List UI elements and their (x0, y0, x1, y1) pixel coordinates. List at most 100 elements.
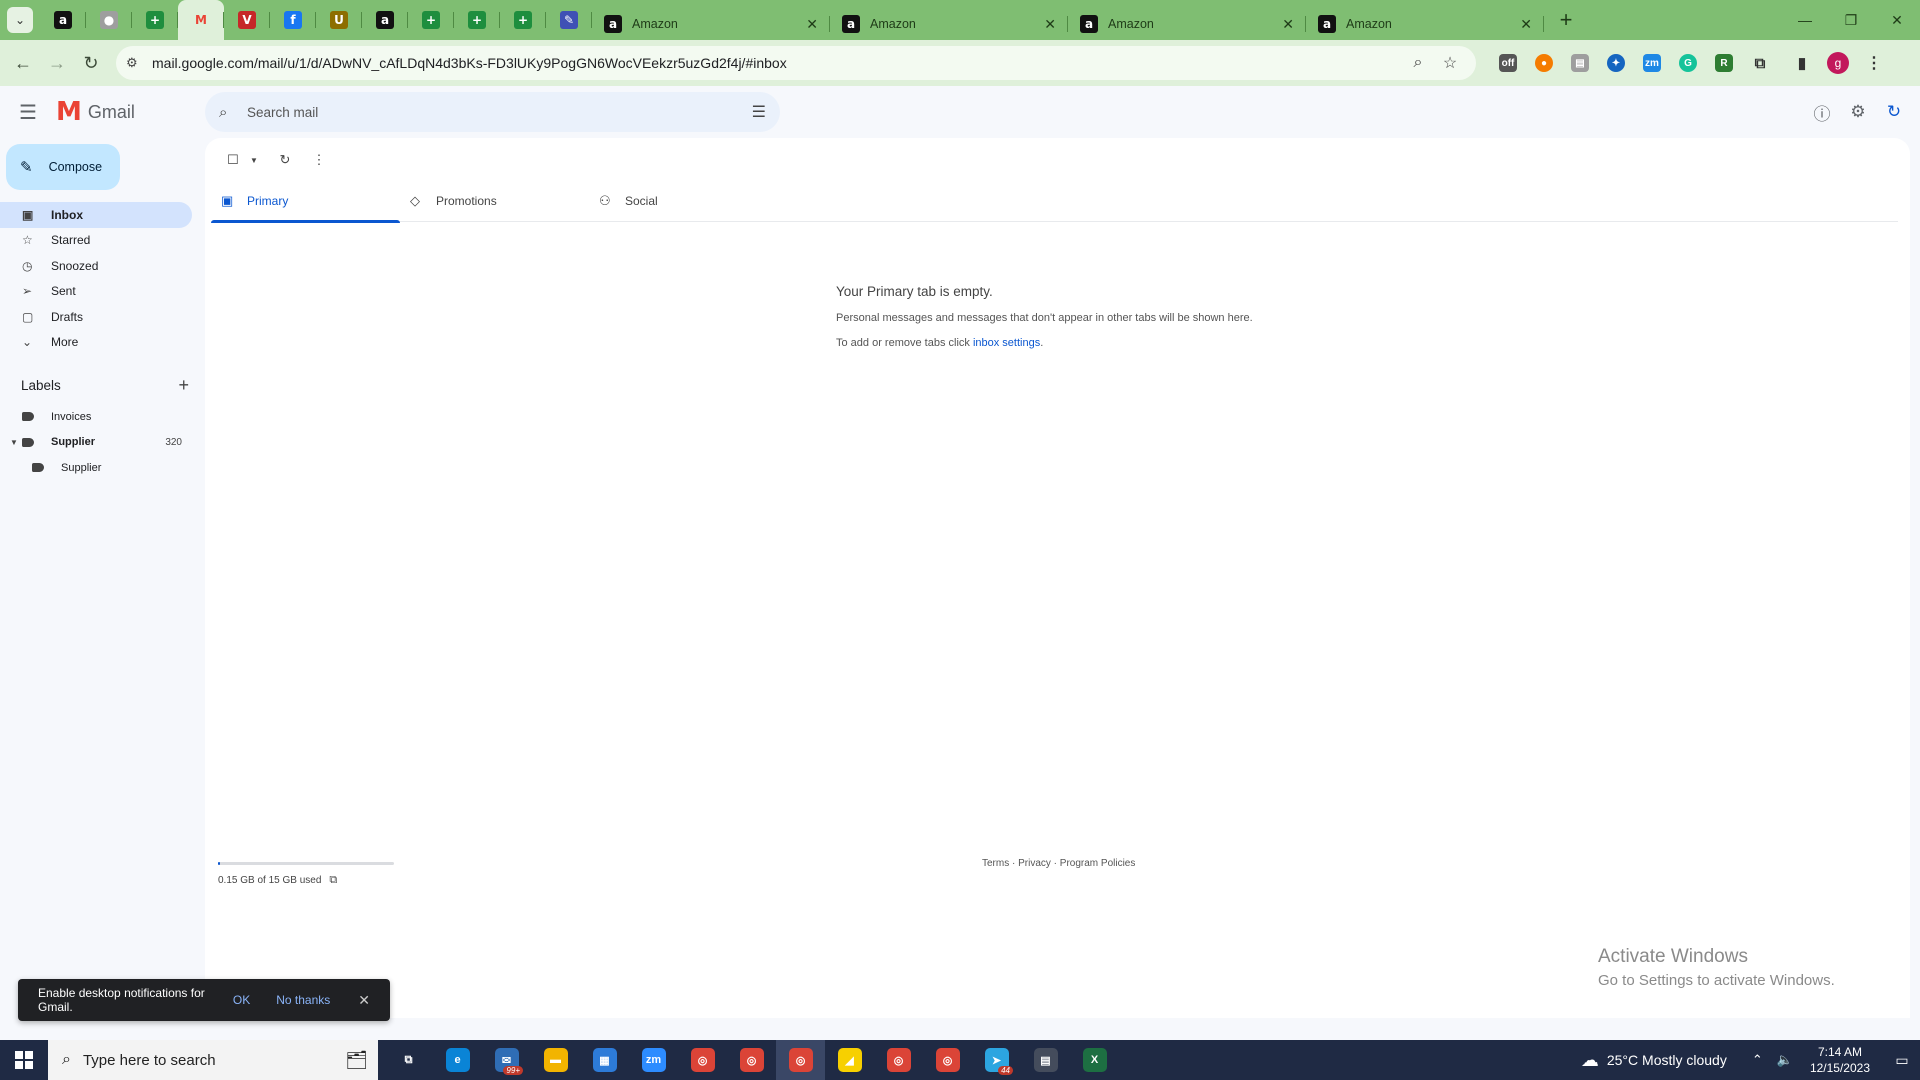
side-panel-icon[interactable]: ▮ (1784, 46, 1820, 80)
pinned-tab[interactable]: V (224, 0, 270, 40)
start-button[interactable] (0, 1040, 48, 1080)
snackbar-no-thanks-button[interactable]: No thanks (276, 993, 330, 1007)
new-tab-button[interactable]: + (1550, 4, 1582, 36)
browser-menu-icon[interactable]: ⋮ (1856, 46, 1892, 80)
close-tab-icon[interactable]: ✕ (1520, 16, 1532, 33)
pinned-tab[interactable]: + (408, 0, 454, 40)
taskbar-app[interactable]: ◢ (825, 1040, 874, 1080)
label-item[interactable]: Supplier (0, 455, 192, 481)
weather-widget[interactable]: ☁ 25°C Mostly cloudy (1581, 1050, 1727, 1071)
taskbar-app[interactable]: ⧉ (384, 1040, 433, 1080)
close-tab-icon[interactable]: ✕ (1282, 16, 1294, 33)
url-text[interactable]: mail.google.com/mail/u/1/d/ADwNV_cAfLDqN… (152, 55, 1402, 71)
tab-promotions[interactable]: ◇ Promotions (400, 180, 589, 222)
pinned-tab[interactable]: a (362, 0, 408, 40)
refresh-icon[interactable]: ↻ (271, 146, 299, 174)
forward-button[interactable]: → (40, 46, 74, 80)
tab-social[interactable]: ⚇ Social (589, 180, 778, 222)
back-button[interactable]: ← (6, 46, 40, 80)
chevron-up-icon[interactable]: ⌃ (1752, 1052, 1763, 1068)
snackbar-ok-button[interactable]: OK (233, 993, 250, 1007)
extensions-puzzle-icon[interactable]: ⧉ (1742, 46, 1778, 80)
sidebar-item-more[interactable]: ⌄ More (0, 330, 192, 356)
open-in-new-icon[interactable]: ⧉ (329, 874, 337, 887)
taskbar-app[interactable]: ▬ (531, 1040, 580, 1080)
more-options-icon[interactable]: ⋮ (305, 146, 333, 174)
address-bar[interactable]: ⚙ mail.google.com/mail/u/1/d/ADwNV_cAfLD… (116, 46, 1476, 80)
pinned-tab[interactable]: + (500, 0, 546, 40)
compose-button[interactable]: ✎ Compose (6, 144, 120, 190)
extension-off-icon[interactable]: off (1490, 46, 1526, 80)
pinned-tab[interactable]: a (40, 0, 86, 40)
extension-gray-icon[interactable]: ▤ (1562, 46, 1598, 80)
grammarly-icon[interactable]: G (1670, 46, 1706, 80)
clock[interactable]: 7:14 AM 12/15/2023 (1810, 1044, 1870, 1076)
close-tab-icon[interactable]: ✕ (806, 16, 818, 33)
taskbar-app[interactable]: ◎ (923, 1040, 972, 1080)
zoom-icon[interactable]: ⌕ (1402, 54, 1434, 72)
sidebar-item-snoozed[interactable]: ◷ Snoozed (0, 253, 192, 279)
browser-tab[interactable]: a Amazon ✕ (1306, 8, 1544, 40)
bookmark-star-icon[interactable]: ☆ (1434, 53, 1466, 73)
close-tab-icon[interactable]: ✕ (1044, 16, 1056, 33)
taskbar-app[interactable]: ◎ (678, 1040, 727, 1080)
main-menu-icon[interactable]: ☰ (0, 86, 56, 138)
select-checkbox[interactable]: ☐ (219, 146, 247, 174)
tag-icon: ◇ (410, 193, 420, 208)
pinned-tab[interactable]: ✎ (546, 0, 592, 40)
search-icon[interactable]: ⌕ (219, 104, 241, 121)
reload-button[interactable]: ↻ (74, 46, 108, 80)
taskbar-app[interactable]: ◎ (776, 1040, 825, 1080)
search-options-icon[interactable]: ☰ (752, 102, 766, 122)
taskbar-app[interactable]: X (1070, 1040, 1119, 1080)
label-item[interactable]: Invoices (0, 404, 192, 430)
browser-tab[interactable]: a Amazon ✕ (1068, 8, 1306, 40)
sidebar-item-inbox[interactable]: ▣ Inbox (0, 202, 192, 228)
taskbar-app[interactable]: zm (629, 1040, 678, 1080)
pinned-tab[interactable]: f (270, 0, 316, 40)
extension-rs-icon[interactable]: R (1706, 46, 1742, 80)
extension-orange-icon[interactable]: ● (1526, 46, 1562, 80)
inbox-settings-link[interactable]: inbox settings (973, 337, 1040, 349)
expand-caret-icon[interactable]: ▼ (10, 438, 22, 447)
tab-search-button[interactable]: ⌄ (0, 0, 40, 40)
browser-tab[interactable]: a Amazon ✕ (592, 8, 830, 40)
footer-links[interactable]: Terms · Privacy · Program Policies (982, 858, 1135, 869)
sidebar-item-sent[interactable]: ➢ Sent (0, 279, 192, 305)
loading-spinner-icon[interactable]: ↻ (1876, 94, 1912, 130)
taskbar-app[interactable]: ▦ (580, 1040, 629, 1080)
profile-avatar[interactable]: g (1820, 46, 1856, 80)
select-dropdown-icon[interactable]: ▼ (247, 146, 261, 174)
close-window-button[interactable]: ✕ (1874, 0, 1920, 40)
site-info-icon[interactable]: ⚙ (126, 55, 146, 71)
gmail-logo[interactable]: M Gmail (56, 99, 206, 125)
extension-zm-icon[interactable]: zm (1634, 46, 1670, 80)
pinned-tab[interactable]: M (178, 0, 224, 40)
taskbar-app[interactable]: e (433, 1040, 482, 1080)
extension-blue-icon[interactable]: ✦ (1598, 46, 1634, 80)
taskbar-app[interactable]: ✉ 99+ (482, 1040, 531, 1080)
browser-tab[interactable]: a Amazon ✕ (830, 8, 1068, 40)
pinned-tab[interactable]: ● (86, 0, 132, 40)
help-icon[interactable]: ⓘ (1804, 94, 1840, 130)
notification-center-icon[interactable]: ▭ (1884, 1052, 1920, 1069)
settings-gear-icon[interactable]: ⚙ (1840, 94, 1876, 130)
taskbar-search[interactable]: ⌕ Type here to search 🗂 (48, 1040, 378, 1080)
restore-button[interactable]: ❐ (1828, 0, 1874, 40)
taskbar-app[interactable]: ◎ (874, 1040, 923, 1080)
search-input[interactable] (241, 104, 752, 120)
taskbar-app[interactable]: ▤ (1021, 1040, 1070, 1080)
sidebar-item-starred[interactable]: ☆ Starred (0, 228, 192, 254)
pinned-tab[interactable]: + (454, 0, 500, 40)
minimize-button[interactable]: — (1782, 0, 1828, 40)
close-icon[interactable]: ✕ (358, 992, 370, 1009)
taskbar-app[interactable]: ➤ 44 (972, 1040, 1021, 1080)
volume-icon[interactable]: 🔈 (1777, 1052, 1793, 1068)
label-item[interactable]: ▼ Supplier 320 (0, 430, 192, 456)
taskbar-app[interactable]: ◎ (727, 1040, 776, 1080)
pinned-tab[interactable]: + (132, 0, 178, 40)
sidebar-item-drafts[interactable]: ▢ Drafts (0, 304, 192, 330)
tab-primary[interactable]: ▣ Primary (211, 180, 400, 223)
create-label-icon[interactable]: + (178, 375, 189, 396)
pinned-tab[interactable]: U (316, 0, 362, 40)
